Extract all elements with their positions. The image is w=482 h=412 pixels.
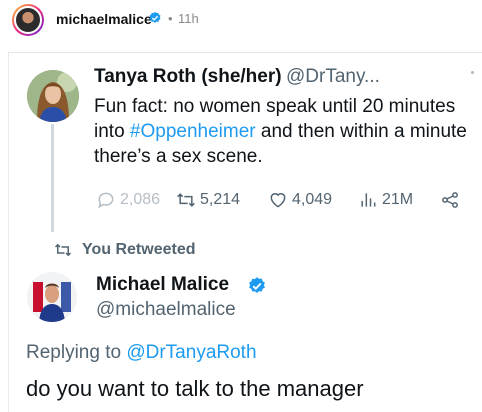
speech-bubble-icon <box>97 192 114 209</box>
bar-chart-icon <box>361 193 376 207</box>
tweet-metrics: 2,086 5,214 4,049 21M <box>90 188 470 212</box>
like-count: 4,049 <box>292 191 333 208</box>
thread-connector-line <box>51 124 54 232</box>
quoted-author-avatar[interactable] <box>27 70 79 122</box>
reply-count: 2,086 <box>120 191 161 208</box>
separator-dot: • <box>168 11 173 26</box>
replying-to-mention[interactable]: @DrTanyaRoth <box>126 342 256 363</box>
quoted-tweet-text: Fun fact: no women speak until 20 minute… <box>94 94 469 169</box>
post-timestamp: 11h <box>178 11 199 26</box>
quoted-author-name[interactable]: Tanya Roth (she/her) <box>94 66 282 88</box>
hashtag-link[interactable]: #Oppenheimer <box>130 121 256 142</box>
retweet-indicator: You Retweeted <box>54 240 196 260</box>
retweet-indicator-label: You Retweeted <box>82 241 196 258</box>
reply-author-handle[interactable]: @michaelmalice <box>96 299 236 321</box>
reply-author-avatar[interactable] <box>27 272 77 322</box>
heart-icon <box>270 193 286 208</box>
verified-badge-icon <box>149 11 161 23</box>
views-button[interactable]: 21M <box>358 188 413 212</box>
post-header: michaelmalice • 11h <box>0 0 482 40</box>
like-button[interactable]: 4,049 <box>268 188 332 212</box>
share-button[interactable] <box>440 188 460 212</box>
quoted-author-handle[interactable]: @DrTany... <box>286 66 380 88</box>
retweet-icon <box>177 193 195 207</box>
post-author-avatar[interactable] <box>12 4 44 36</box>
share-icon <box>442 192 458 208</box>
retweet-button[interactable]: 5,214 <box>176 188 240 212</box>
reply-author-name[interactable]: Michael Malice <box>96 274 229 296</box>
retweet-icon <box>54 243 72 257</box>
more-options-icon[interactable] <box>471 71 474 74</box>
verified-badge-icon <box>249 277 265 293</box>
reply-button[interactable]: 2,086 <box>96 188 160 212</box>
views-count: 21M <box>382 191 414 208</box>
post-author-username[interactable]: michaelmalice <box>56 11 152 27</box>
reply-tweet-text: do you want to talk to the manager <box>26 376 364 401</box>
replying-to-prefix: Replying to <box>26 342 127 363</box>
replying-to-line: Replying to @DrTanyaRoth <box>26 342 257 364</box>
retweet-count: 5,214 <box>200 191 241 208</box>
